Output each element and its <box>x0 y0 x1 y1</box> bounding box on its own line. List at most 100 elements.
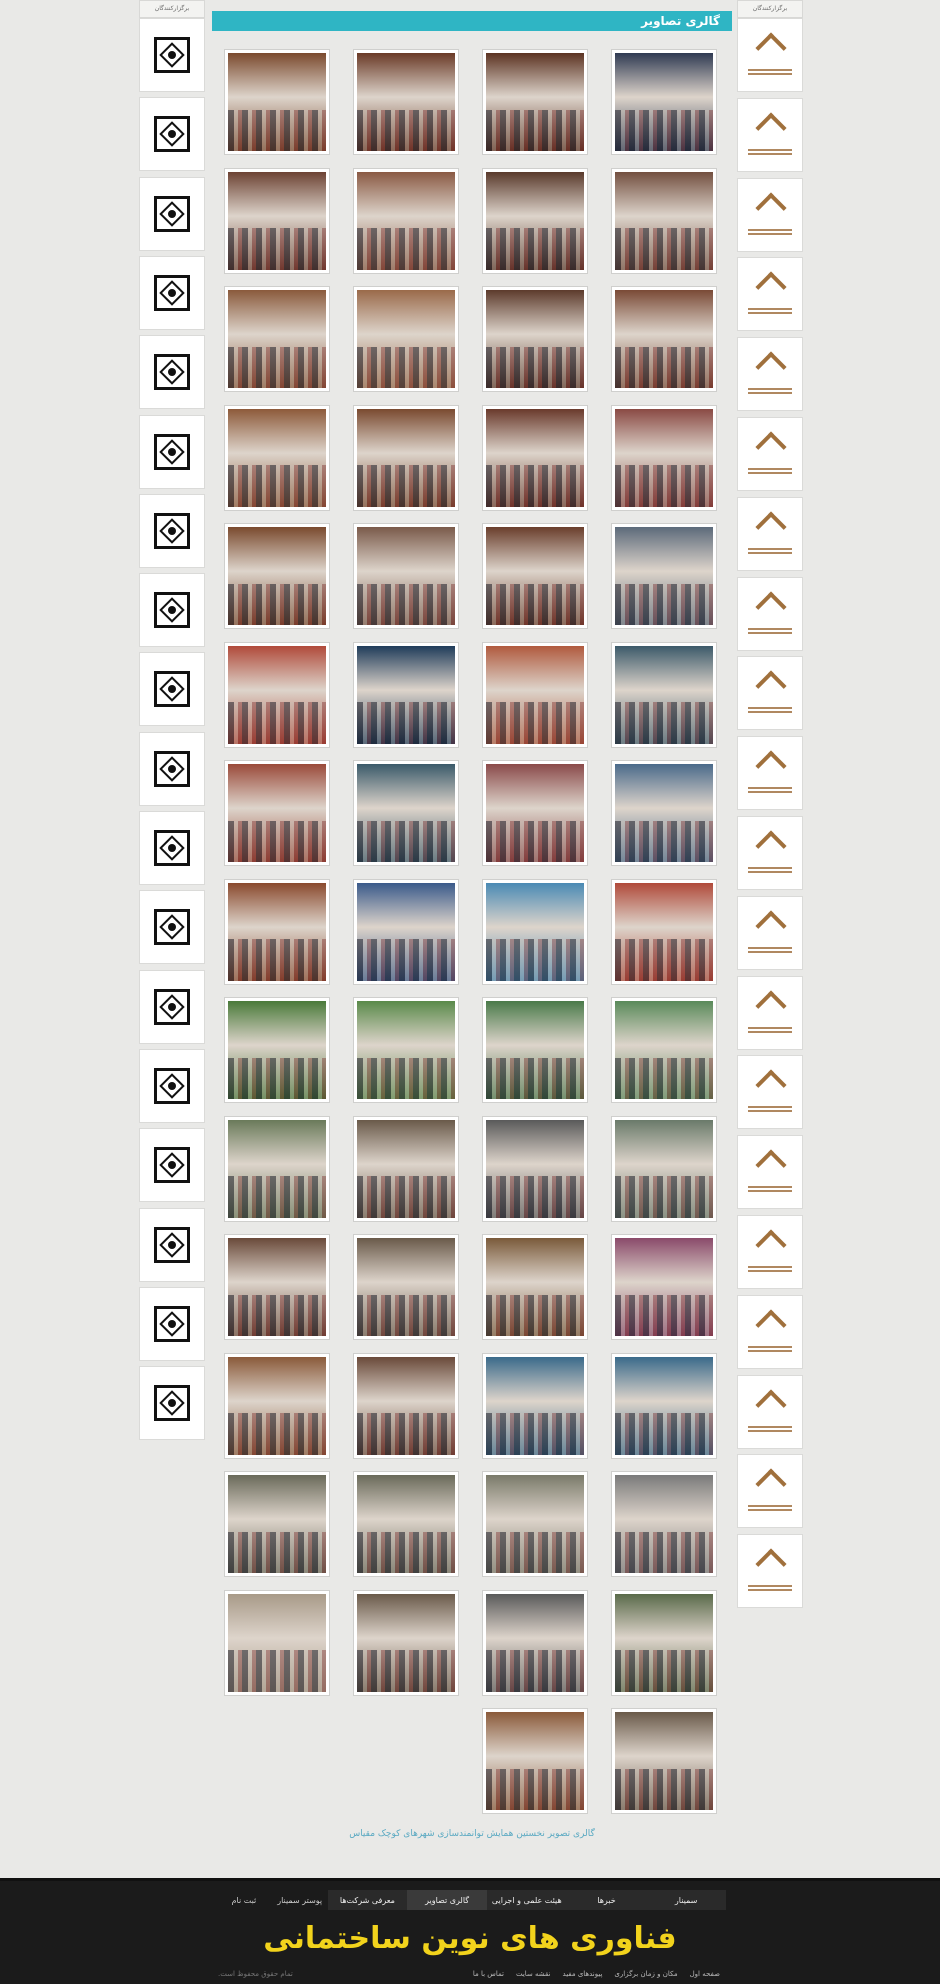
gallery-thumbnail[interactable] <box>483 524 587 628</box>
organizer-logo[interactable] <box>737 975 803 1050</box>
gallery-thumbnail[interactable] <box>483 1472 587 1576</box>
sponsor-logo[interactable] <box>139 969 205 1044</box>
gallery-thumbnail[interactable] <box>483 1590 587 1695</box>
gallery-thumbnail[interactable] <box>483 1235 587 1339</box>
organizer-logo[interactable] <box>737 1055 803 1130</box>
sponsor-logo[interactable] <box>139 335 205 410</box>
gallery-thumbnail[interactable] <box>483 287 587 391</box>
footer-nav-item[interactable]: ثبت نام <box>216 1890 272 1910</box>
organizer-logo[interactable] <box>737 816 803 890</box>
organizer-logo[interactable] <box>737 1534 803 1609</box>
sponsor-logo[interactable] <box>139 176 205 251</box>
gallery-thumbnail[interactable] <box>483 1709 587 1813</box>
sponsor-logo[interactable] <box>139 731 205 806</box>
sponsor-logo[interactable] <box>139 1366 205 1441</box>
organizer-logo[interactable] <box>737 337 803 412</box>
sponsor-logo[interactable] <box>139 573 205 648</box>
site-brand-title[interactable]: فناوری های نوین ساختمانی <box>0 1921 940 1956</box>
gallery-thumbnail[interactable] <box>354 50 458 154</box>
organizer-logo[interactable] <box>737 97 803 172</box>
sponsor-logo[interactable] <box>139 18 205 92</box>
organizer-logo[interactable] <box>737 1294 803 1369</box>
gallery-thumbnail[interactable] <box>612 1590 716 1695</box>
sponsor-logo[interactable] <box>139 493 205 568</box>
organizer-logo[interactable] <box>737 1374 803 1449</box>
gallery-thumbnail[interactable] <box>354 998 458 1102</box>
gallery-thumbnail[interactable] <box>612 642 716 747</box>
gallery-thumbnail[interactable] <box>225 1590 329 1695</box>
sponsor-logo[interactable] <box>139 890 205 965</box>
sponsor-logo[interactable] <box>139 414 205 489</box>
gallery-thumbnail[interactable] <box>612 998 716 1102</box>
organizer-logo[interactable] <box>737 1135 803 1210</box>
gallery-thumbnail[interactable] <box>483 168 587 273</box>
gallery-thumbnail[interactable] <box>225 998 329 1102</box>
gallery-thumbnail[interactable] <box>354 1472 458 1576</box>
organizer-logo[interactable] <box>737 417 803 491</box>
gallery-thumbnail[interactable] <box>354 405 458 510</box>
gallery-thumbnail[interactable] <box>225 642 329 747</box>
footer-link[interactable]: تماس با ما <box>473 1970 504 1978</box>
gallery-thumbnail[interactable] <box>483 879 587 984</box>
gallery-thumbnail[interactable] <box>483 405 587 510</box>
gallery-thumbnail[interactable] <box>612 168 716 273</box>
footer-link[interactable]: مکان و زمان برگزاری <box>614 1970 677 1978</box>
gallery-thumbnail[interactable] <box>225 524 329 628</box>
gallery-thumbnail[interactable] <box>225 50 329 154</box>
gallery-thumbnail[interactable] <box>483 50 587 154</box>
gallery-thumbnail[interactable] <box>225 1472 329 1576</box>
gallery-thumbnail[interactable] <box>225 1116 329 1221</box>
sponsor-logo[interactable] <box>139 97 205 172</box>
sponsor-logo[interactable] <box>139 1286 205 1361</box>
gallery-thumbnail[interactable] <box>354 761 458 865</box>
gallery-thumbnail[interactable] <box>225 1353 329 1458</box>
organizer-logo[interactable] <box>737 1215 803 1289</box>
gallery-thumbnail[interactable] <box>354 1353 458 1458</box>
gallery-thumbnail[interactable] <box>612 287 716 391</box>
gallery-thumbnail[interactable] <box>612 50 716 154</box>
sponsor-logo[interactable] <box>139 1128 205 1203</box>
gallery-thumbnail[interactable] <box>612 1116 716 1221</box>
gallery-thumbnail[interactable] <box>612 1235 716 1339</box>
gallery-thumbnail[interactable] <box>225 761 329 865</box>
gallery-thumbnail[interactable] <box>483 642 587 747</box>
gallery-thumbnail[interactable] <box>225 168 329 273</box>
sponsor-logo[interactable] <box>139 811 205 885</box>
gallery-thumbnail[interactable] <box>354 879 458 984</box>
organizer-logo[interactable] <box>737 736 803 811</box>
gallery-thumbnail[interactable] <box>483 761 587 865</box>
sponsor-logo[interactable] <box>139 1048 205 1123</box>
gallery-thumbnail[interactable] <box>354 524 458 628</box>
gallery-thumbnail[interactable] <box>612 879 716 984</box>
footer-nav-item[interactable]: معرفی شرکت‌ها <box>327 1890 408 1910</box>
footer-nav-item[interactable]: هیئت علمی و اجرایی <box>486 1890 567 1910</box>
gallery-thumbnail[interactable] <box>612 1709 716 1813</box>
gallery-thumbnail[interactable] <box>354 168 458 273</box>
gallery-thumbnail[interactable] <box>225 405 329 510</box>
organizer-logo[interactable] <box>737 656 803 731</box>
gallery-thumbnail[interactable] <box>483 1353 587 1458</box>
organizer-logo[interactable] <box>737 496 803 571</box>
sponsor-logo[interactable] <box>139 1207 205 1282</box>
footer-link[interactable]: صفحه اول <box>690 1970 720 1978</box>
gallery-thumbnail[interactable] <box>612 761 716 865</box>
gallery-caption[interactable]: گالری تصویر نخستین همایش توانمندسازی شهر… <box>212 1829 732 1839</box>
footer-nav-item[interactable]: گالری تصاویر <box>407 1890 487 1910</box>
footer-link[interactable]: پیوندهای مفید <box>563 1970 603 1978</box>
sponsor-logo[interactable] <box>139 255 205 330</box>
gallery-thumbnail[interactable] <box>612 405 716 510</box>
gallery-thumbnail[interactable] <box>354 642 458 747</box>
organizer-logo[interactable] <box>737 895 803 970</box>
organizer-logo[interactable] <box>737 257 803 332</box>
gallery-thumbnail[interactable] <box>612 524 716 628</box>
gallery-thumbnail[interactable] <box>225 1235 329 1339</box>
gallery-thumbnail[interactable] <box>354 1116 458 1221</box>
gallery-thumbnail[interactable] <box>612 1353 716 1458</box>
sponsor-logo[interactable] <box>139 652 205 727</box>
gallery-thumbnail[interactable] <box>354 287 458 391</box>
organizer-logo[interactable] <box>737 177 803 252</box>
footer-nav-item[interactable]: سمینار <box>646 1890 726 1910</box>
organizer-logo[interactable] <box>737 18 803 92</box>
footer-link[interactable]: نقشه سایت <box>516 1970 551 1978</box>
gallery-thumbnail[interactable] <box>354 1235 458 1339</box>
